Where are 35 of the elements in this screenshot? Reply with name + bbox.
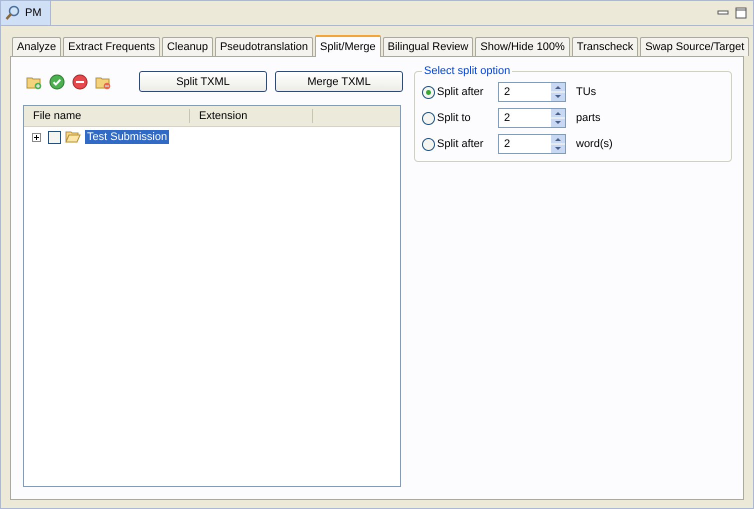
tab[interactable]: Cleanup — [162, 37, 213, 56]
radio-option[interactable]: Split to — [422, 112, 498, 124]
unit-label: word(s) — [576, 138, 613, 150]
tab[interactable]: Bilingual Review — [382, 37, 474, 56]
folder-icon — [65, 129, 81, 145]
spin-arrows-icon[interactable] — [551, 135, 565, 153]
spin-arrows-icon[interactable] — [551, 109, 565, 127]
action-button[interactable]: Merge TXML — [275, 71, 403, 92]
spinner-field[interactable]: 2 — [498, 108, 566, 128]
unit-label: parts — [576, 112, 600, 124]
action-button[interactable]: Split TXML — [139, 71, 267, 92]
radio-option[interactable]: Split after — [422, 86, 498, 98]
spinner-field[interactable]: 2 — [498, 134, 566, 154]
tab[interactable]: Show/Hide 100% — [475, 37, 570, 56]
tree-item[interactable]: Test Submission — [85, 130, 170, 144]
tab[interactable]: Split/Merge — [315, 35, 381, 57]
radio-option[interactable]: Split after — [422, 138, 498, 150]
tab[interactable]: Swap Source/Target — [640, 37, 750, 56]
unit-label: TUs — [576, 86, 596, 98]
maximize-icon[interactable] — [735, 7, 747, 19]
tab[interactable]: Analyze — [12, 37, 62, 56]
group-title: Select split option — [423, 65, 512, 77]
tab[interactable]: Pseudotranslation — [214, 37, 314, 56]
remove-icon[interactable] — [72, 74, 88, 90]
spin-arrows-icon[interactable] — [551, 83, 565, 101]
spinner-field[interactable]: 2 — [498, 82, 566, 102]
column-header[interactable]: Extension — [190, 109, 313, 123]
expand-icon[interactable] — [32, 132, 41, 142]
tab[interactable]: Transcheck — [572, 37, 638, 56]
column-header[interactable]: File name — [24, 109, 190, 123]
check-icon[interactable] — [49, 74, 65, 90]
checkbox[interactable] — [48, 130, 61, 144]
magnifier-icon — [5, 5, 21, 21]
view-tab[interactable]: PM — [1, 1, 50, 25]
tab[interactable]: Extract Frequents — [63, 37, 160, 56]
